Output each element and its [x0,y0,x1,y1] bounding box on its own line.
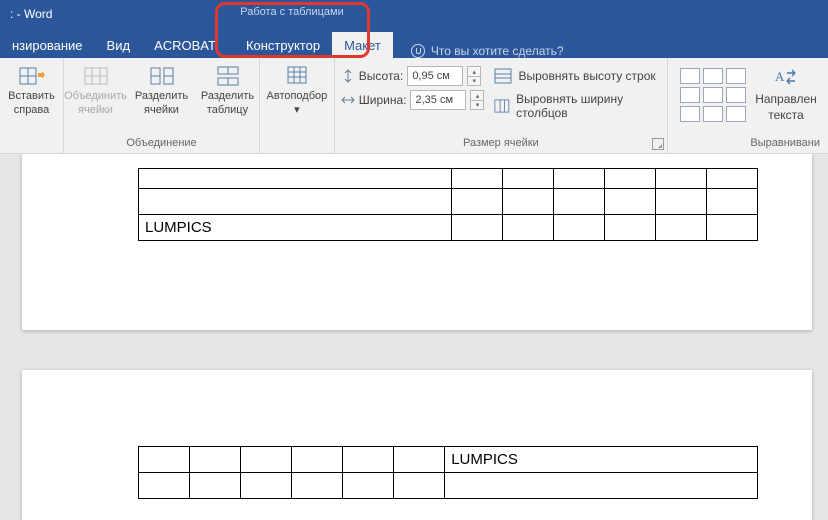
width-spin-down[interactable]: ▾ [470,100,484,110]
page-2: LUMPICS [22,370,812,520]
merge-cells-button[interactable]: Объединить ячейки [67,62,125,116]
table-row: LUMPICS [139,447,758,473]
split-table-icon [214,64,242,88]
tab-acrobat[interactable]: ACROBAT [142,32,228,58]
tab-table-design[interactable]: Конструктор [234,32,332,58]
align-top-left[interactable] [680,68,700,84]
tell-me-search[interactable]: Что вы хотите сделать? [411,44,564,58]
distribute-cols-icon [494,98,510,114]
group-merge: Объединить ячейки Разделить ячейки Разде… [64,58,260,153]
group-alignment-label: Выравнивани [674,137,822,151]
row-height-icon [341,69,355,83]
group-cell-size-label: Размер ячейки [341,137,661,151]
group-cell-size: Высота: ▴▾ Ширина: ▴▾ Выровнять высоту с… [335,58,668,153]
distribute-rows-icon [494,68,512,84]
split-table-button[interactable]: Разделить таблицу [199,62,257,116]
tab-view[interactable]: Вид [95,32,143,58]
table-row [139,169,758,189]
table-row [139,473,758,499]
contextual-tab-title: Работа с таблицами [224,6,360,18]
align-bottom-left[interactable] [680,106,700,122]
split-cells-button[interactable]: Разделить ячейки [133,62,191,116]
table-2[interactable]: LUMPICS [138,446,758,499]
width-label: Ширина: [359,93,407,107]
split-cells-icon [148,64,176,88]
tab-review[interactable]: нзирование [0,32,95,58]
page-1: LUMPICS [22,154,812,330]
text-direction-button[interactable]: A Направлен текста [750,62,822,122]
align-bottom-center[interactable] [703,106,723,122]
text-direction-icon: A [772,66,800,90]
height-label: Высота: [359,69,404,83]
table-row [139,189,758,215]
document-area[interactable]: LUMPICS LUMPICS [0,154,828,520]
cell-lumpics[interactable]: LUMPICS [139,215,452,241]
insert-right-button[interactable]: Вставить справа [3,62,61,116]
table-1[interactable]: LUMPICS [138,168,758,241]
ribbon: Вставить справа Объединить ячейки Раздел… [0,58,828,154]
distribute-rows-button[interactable]: Выровнять высоту строк [494,68,657,84]
align-top-center[interactable] [703,68,723,84]
row-height-input[interactable] [407,66,463,86]
app-title: : - Word [10,7,52,21]
autofit-button[interactable]: Автоподбор ▾ [268,62,326,116]
dropdown-caret-icon: ▾ [294,104,300,116]
height-spin-up[interactable]: ▴ [467,66,481,76]
col-width-icon [341,93,355,107]
tab-table-layout[interactable]: Макет [332,32,393,58]
tell-me-placeholder: Что вы хотите сделать? [431,44,564,58]
group-insert-partial: Вставить справа [0,58,64,153]
insert-right-icon [18,64,46,88]
autofit-icon [283,64,311,88]
distribute-cols-button[interactable]: Выровнять ширину столбцов [494,92,657,120]
group-merge-label: Объединение [70,137,253,151]
group-alignment: A Направлен текста Выравнивани [668,58,828,153]
group-autofit: Автоподбор ▾ [260,58,335,153]
svg-text:A: A [775,69,785,84]
title-bar: : - Word [0,0,828,28]
align-top-right[interactable] [726,68,746,84]
lightbulb-icon [411,44,425,58]
align-bottom-right[interactable] [726,106,746,122]
align-middle-center[interactable] [703,87,723,103]
cell-size-dialog-launcher[interactable] [652,138,664,150]
align-middle-left[interactable] [680,87,700,103]
align-middle-right[interactable] [726,87,746,103]
height-spin-down[interactable]: ▾ [467,76,481,86]
alignment-grid [674,62,750,122]
col-width-input[interactable] [410,90,466,110]
cell-lumpics[interactable]: LUMPICS [445,447,758,473]
table-row: LUMPICS [139,215,758,241]
ribbon-tab-bar: нзирование Вид ACROBAT Конструктор Макет… [0,28,828,58]
merge-cells-icon [82,64,110,88]
width-spin-up[interactable]: ▴ [470,90,484,100]
